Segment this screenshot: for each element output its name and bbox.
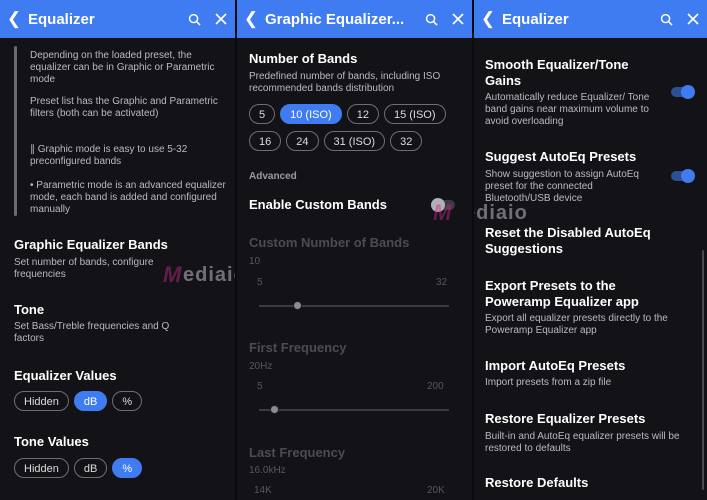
slider-max: 200 [427,381,444,392]
info-note: ∥ Graphic mode is easy to use 5-32 preco… [30,144,188,167]
back-arrow-icon[interactable]: ❮ [474,9,502,29]
band-chip[interactable]: 32 [390,131,423,151]
setting-title: Smooth Equalizer/Tone Gains [485,57,629,88]
band-chip[interactable]: 24 [286,131,319,151]
equalizer-settings-panel: ❮ Equalizer Smooth Equalizer/Tone Gains … [474,0,707,500]
number-of-bands-title: Number of Bands [249,51,358,66]
back-arrow-icon[interactable]: ❮ [0,9,28,29]
chip-hidden[interactable]: Hidden [14,458,69,478]
chip-percent[interactable]: % [112,391,143,411]
setting-title: Restore Equalizer Presets [485,411,646,426]
search-icon[interactable] [425,13,438,26]
watermark-letter: M [433,200,453,225]
app-bar: ❮ Equalizer [474,0,707,38]
setting-title: Export Presets to the Poweramp Equalizer… [485,278,639,309]
custom-number-title: Custom Number of Bands [249,235,410,250]
slider-thumb[interactable] [270,405,280,414]
equalizer-values-chips: Hidden dB % [14,391,143,411]
setting-subtitle: Set number of bands, configure frequenci… [14,257,154,280]
slider-min: 14K [254,485,272,496]
slider-thumb[interactable] [293,301,302,310]
watermark-text: ediaio [474,202,528,224]
setting-title: Restore Defaults [485,475,589,490]
band-chips-row2: 16 24 31 (ISO) 32 [249,131,423,151]
chip-db[interactable]: dB [73,391,108,411]
custom-number-value: 10 [249,256,261,267]
setting-subtitle: Export all equalizer presets directly to… [485,313,668,336]
info-note: Depending on the loaded preset, the equa… [30,50,215,85]
graphic-equalizer-panel: ❮ Graphic Equalizer... Number of Bands P… [237,0,472,500]
setting-title: Suggest AutoEq Presets [485,149,637,164]
last-frequency-value: 16.0kHz [249,465,286,476]
slider-min: 5 [257,381,263,392]
tone-values-chips: Hidden dB % [14,458,143,478]
setting-subtitle: Automatically reduce Equalizer/ Tone ban… [485,92,650,127]
first-frequency-slider[interactable] [259,409,449,411]
equalizer-values-title: Equalizer Values [14,368,117,383]
band-chip[interactable]: 16 [249,131,282,151]
page-title: Graphic Equalizer... [265,10,405,28]
search-icon[interactable] [188,13,201,26]
search-icon[interactable] [660,13,673,26]
app-bar: ❮ Graphic Equalizer... [237,0,472,38]
first-frequency-value: 20Hz [249,361,273,372]
smooth-gains-toggle[interactable] [671,85,695,99]
band-chip[interactable]: 5 [249,104,276,124]
toggle-knob [681,85,695,99]
last-frequency-title: Last Frequency [249,445,346,460]
app-bar: ❮ Equalizer [0,0,235,38]
watermark-text: ediaio [183,264,235,286]
tone-values-title: Tone Values [14,434,89,449]
band-chips-row1: 5 10 (ISO) 12 15 (ISO) [249,104,446,124]
setting-title: Enable Custom Bands [249,197,387,212]
setting-subtitle: Set Bass/Treble frequencies and Q factor… [14,321,170,344]
band-chip[interactable]: 31 (ISO) [323,131,386,151]
band-chip-selected[interactable]: 10 (ISO) [280,104,342,124]
chip-db[interactable]: dB [73,458,108,478]
info-note: • Parametric mode is an advanced equaliz… [30,180,226,215]
setting-title: Graphic Equalizer Bands [14,237,168,252]
watermark-letter: M [163,262,183,287]
slider-min: 5 [257,277,263,288]
band-chip[interactable]: 15 (ISO) [383,104,446,124]
page-title: Equalizer [502,10,569,28]
suggest-autoeq-toggle[interactable] [671,169,695,183]
band-chip[interactable]: 12 [346,104,379,124]
setting-subtitle: Built-in and AutoEq equalizer presets wi… [485,431,680,454]
chip-percent[interactable]: % [112,458,143,478]
scrollbar[interactable] [702,250,704,490]
setting-title: Import AutoEq Presets [485,358,626,373]
page-title: Equalizer [28,10,95,28]
close-icon[interactable] [215,13,227,25]
setting-subtitle: Show suggestion to assign AutoEq preset … [485,169,639,204]
advanced-section-label: Advanced [249,171,297,182]
equalizer-panel: ❮ Equalizer Depending on the loaded pres… [0,0,235,500]
custom-number-slider[interactable] [259,305,449,307]
setting-subtitle: Import presets from a zip file [485,377,612,388]
slider-max: 32 [436,277,448,288]
setting-title: Reset the Disabled AutoEq Suggestions [485,225,651,256]
chip-hidden[interactable]: Hidden [14,391,69,411]
back-arrow-icon[interactable]: ❮ [237,9,265,29]
first-frequency-title: First Frequency [249,340,347,355]
toggle-knob [681,169,695,183]
number-of-bands-subtitle: Predefined number of bands, including IS… [249,71,441,94]
close-icon[interactable] [687,13,699,25]
setting-title: Tone [14,302,45,317]
close-icon[interactable] [452,13,464,25]
slider-max: 20K [427,485,445,496]
info-note: Preset list has the Graphic and Parametr… [30,96,218,119]
